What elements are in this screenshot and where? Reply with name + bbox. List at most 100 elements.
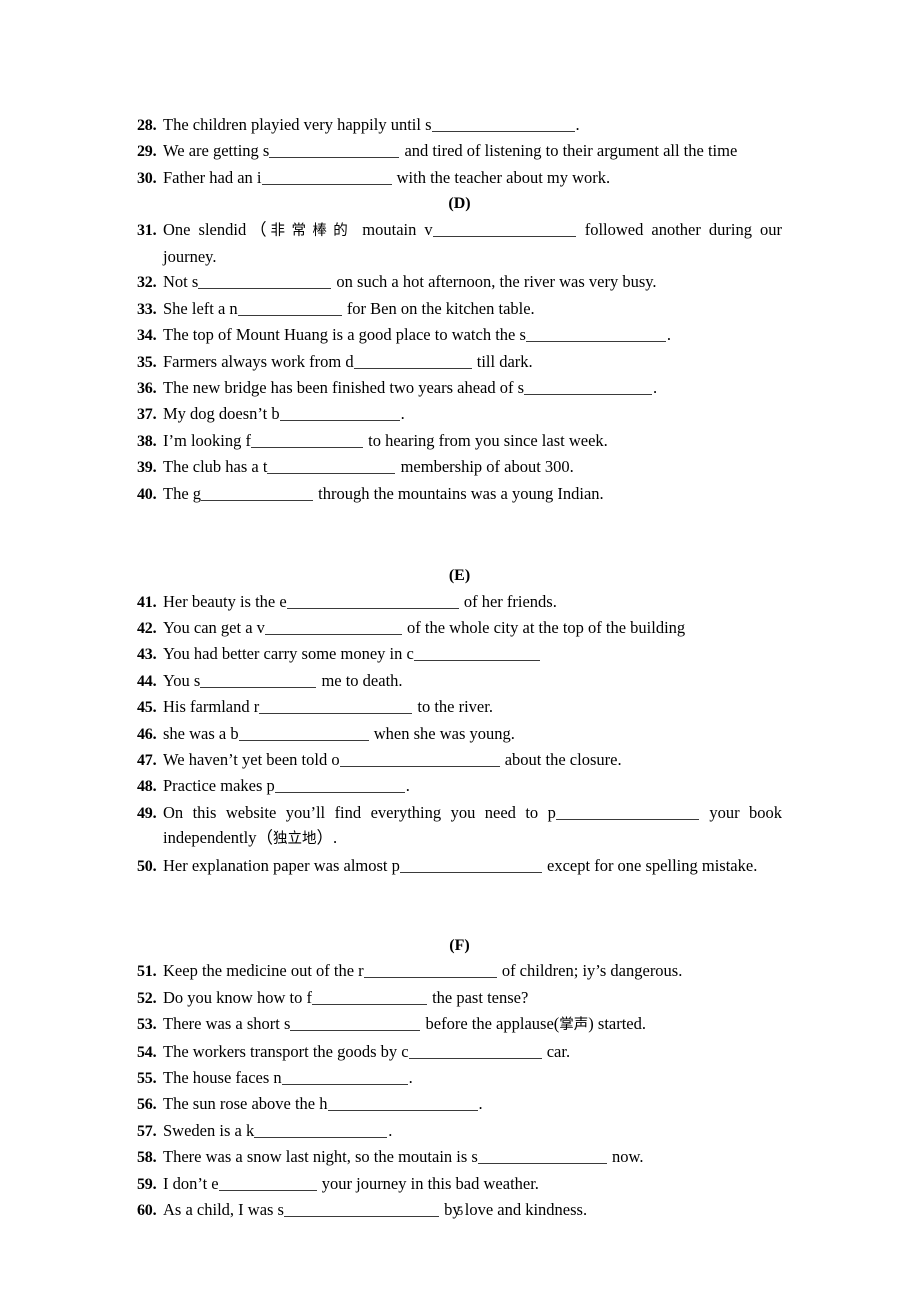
question-prefix: The sun rose above the h xyxy=(163,1094,328,1114)
question-suffix: car. xyxy=(542,1041,571,1061)
answer-blank[interactable] xyxy=(198,274,332,290)
question-number: 51. xyxy=(137,963,157,981)
question-suffix: of her friends. xyxy=(459,591,557,611)
question-suffix: about the closure. xyxy=(500,749,622,769)
question-suffix-a: before the applause( xyxy=(421,1014,560,1034)
question-text: The club has a t membership of about 300… xyxy=(163,454,782,479)
answer-blank[interactable] xyxy=(200,673,317,688)
answer-blank[interactable] xyxy=(525,327,666,343)
question-suffix: . xyxy=(666,325,672,345)
question-number: 45. xyxy=(137,699,157,717)
question-text: I’m looking f to hearing from you since … xyxy=(163,428,782,453)
question-suffix: to the river. xyxy=(413,697,493,717)
answer-blank[interactable] xyxy=(259,699,413,715)
answer-blank[interactable] xyxy=(432,222,576,237)
question-row: 30. Father had an i with the teacher abo… xyxy=(137,165,782,191)
answer-blank[interactable] xyxy=(279,406,400,422)
answer-blank[interactable] xyxy=(399,858,542,873)
question-suffix: to hearing from you since last week. xyxy=(364,430,608,450)
question-row: 54. The workers transport the goods by c… xyxy=(137,1039,782,1065)
question-line-2: journey. xyxy=(163,247,217,267)
answer-blank[interactable] xyxy=(201,486,314,501)
answer-blank[interactable] xyxy=(524,380,653,396)
question-row: 58. There was a snow last night, so the … xyxy=(137,1144,782,1170)
question-row: 36. The new bridge has been finished two… xyxy=(137,375,782,401)
answer-blank[interactable] xyxy=(431,117,575,132)
question-number: 47. xyxy=(137,751,157,769)
question-row: 34. The top of Mount Huang is a good pla… xyxy=(137,322,782,348)
question-group-f: 51. Keep the medicine out of the r of ch… xyxy=(137,958,782,1223)
answer-blank[interactable] xyxy=(218,1176,317,1191)
question-line2-prefix: independently（ xyxy=(163,828,273,848)
answer-blank[interactable] xyxy=(238,726,369,741)
question-number: 33. xyxy=(137,300,157,318)
question-prefix: Farmers always work from d xyxy=(163,351,354,371)
question-prefix: Father had an i xyxy=(163,167,262,187)
answer-blank[interactable] xyxy=(339,752,500,767)
question-prefix: I’m looking f xyxy=(163,430,251,450)
question-row: 29. We are getting s and tired of listen… xyxy=(137,138,782,164)
question-suffix: membership of about 300. xyxy=(396,457,574,477)
question-prefix: You can get a v xyxy=(163,617,265,637)
question-text: Farmers always work from d till dark. xyxy=(163,349,782,374)
question-row: 56. The sun rose above the h. xyxy=(137,1091,782,1117)
answer-blank[interactable] xyxy=(264,620,402,635)
question-suffix: with the teacher about my work. xyxy=(392,167,611,187)
answer-blank[interactable] xyxy=(261,170,392,185)
answer-blank[interactable] xyxy=(353,354,472,369)
question-prefix: You s xyxy=(163,670,201,690)
question-number: 30. xyxy=(137,169,157,187)
answer-blank[interactable] xyxy=(267,459,396,475)
question-text: The children playied very happily until … xyxy=(163,112,782,137)
question-group-continuation: 28. The children playied very happily un… xyxy=(137,112,782,191)
answer-blank[interactable] xyxy=(363,963,497,979)
answer-blank[interactable] xyxy=(311,990,427,1005)
question-number: 44. xyxy=(137,672,157,690)
question-row: 35. Farmers always work from d till dark… xyxy=(137,349,782,375)
answer-blank[interactable] xyxy=(254,1123,388,1138)
question-text: You can get a v of the whole city at the… xyxy=(163,615,782,640)
question-suffix: . xyxy=(405,776,410,796)
question-text: The workers transport the goods by c car… xyxy=(163,1039,782,1064)
question-row: 40. The g through the mountains was a yo… xyxy=(137,481,782,507)
answer-blank[interactable] xyxy=(274,778,405,794)
answer-blank[interactable] xyxy=(237,301,342,316)
question-prefix: The g xyxy=(163,483,202,503)
answer-blank[interactable] xyxy=(555,805,699,820)
question-number: 52. xyxy=(137,989,157,1007)
question-suffix-b: ) started. xyxy=(588,1014,647,1034)
question-text: One slendid（非常棒的 moutain v followed anot… xyxy=(163,217,782,270)
question-suffix: . xyxy=(575,115,580,134)
answer-blank[interactable] xyxy=(413,646,540,662)
answer-blank[interactable] xyxy=(251,433,363,448)
question-number: 36. xyxy=(137,380,157,398)
question-prefix: The new bridge has been finished two yea… xyxy=(163,378,525,398)
question-suffix: the past tense? xyxy=(427,987,529,1007)
question-suffix: now. xyxy=(607,1147,644,1167)
question-number: 56. xyxy=(137,1096,157,1114)
worksheet-page: 28. The children playied very happily un… xyxy=(0,0,920,1302)
question-number: 28. xyxy=(137,117,157,134)
question-suffix: . xyxy=(400,404,405,424)
question-row: 47. We haven’t yet been told o about the… xyxy=(137,747,782,773)
question-number: 41. xyxy=(137,593,157,611)
question-suffix: when she was young. xyxy=(369,723,515,743)
answer-blank[interactable] xyxy=(290,1016,421,1032)
answer-blank[interactable] xyxy=(408,1044,542,1059)
answer-blank[interactable] xyxy=(327,1096,478,1112)
answer-blank[interactable] xyxy=(286,594,459,609)
answer-blank[interactable] xyxy=(281,1070,408,1085)
question-number: 42. xyxy=(137,619,157,637)
answer-blank[interactable] xyxy=(477,1149,607,1165)
question-prefix: You had better carry some money in c xyxy=(163,644,414,664)
question-row: 42. You can get a v of the whole city at… xyxy=(137,615,782,641)
question-prefix: His farmland r xyxy=(163,697,260,717)
question-number: 59. xyxy=(137,1175,157,1193)
chinese-gloss: 独立地 xyxy=(272,831,317,848)
question-suffix: followed another during our xyxy=(584,219,783,239)
question-row: 53. There was a short s before the appla… xyxy=(137,1011,782,1038)
chinese-gloss: 非常棒的 xyxy=(270,222,355,239)
question-text: Father had an i with the teacher about m… xyxy=(163,165,782,190)
question-row: 44. You s me to death. xyxy=(137,668,782,694)
answer-blank[interactable] xyxy=(269,143,400,159)
